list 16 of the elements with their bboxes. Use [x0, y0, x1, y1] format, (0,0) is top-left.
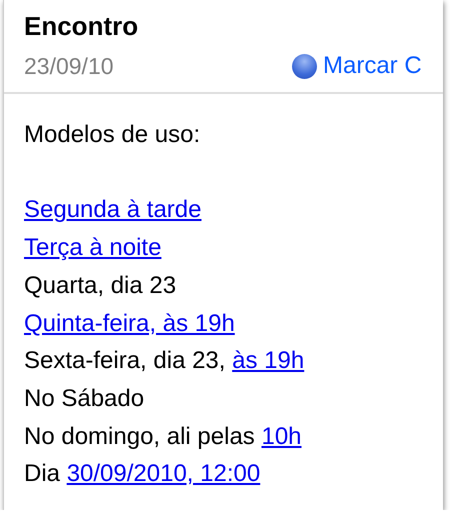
body-line: No Sábado [24, 384, 144, 412]
message-title: Encontro [24, 10, 140, 42]
body-line: No domingo, ali pelas 10h [24, 422, 302, 450]
date-link[interactable]: Terça à noite [24, 234, 162, 262]
date-link[interactable]: Segunda à tarde [24, 196, 202, 224]
date-link[interactable]: Quinta-feira, às 19h [24, 310, 235, 336]
dot-icon [292, 54, 317, 78]
mark-link[interactable]: Marcar C [292, 52, 422, 80]
body-line: Sexta-feira, dia 23, às 19h [24, 347, 304, 374]
body-line: Modelos de uso: [24, 121, 200, 148]
date-link[interactable]: às 19h [232, 347, 304, 374]
body-line: Dia 30/09/2010, 12:00 [24, 460, 260, 488]
message-date: 23/09/10 [24, 52, 115, 80]
date-link[interactable]: 10h [261, 422, 302, 450]
body-line: Quarta, dia 23 [24, 272, 176, 299]
date-link[interactable]: 30/09/2010, 12:00 [66, 460, 260, 488]
